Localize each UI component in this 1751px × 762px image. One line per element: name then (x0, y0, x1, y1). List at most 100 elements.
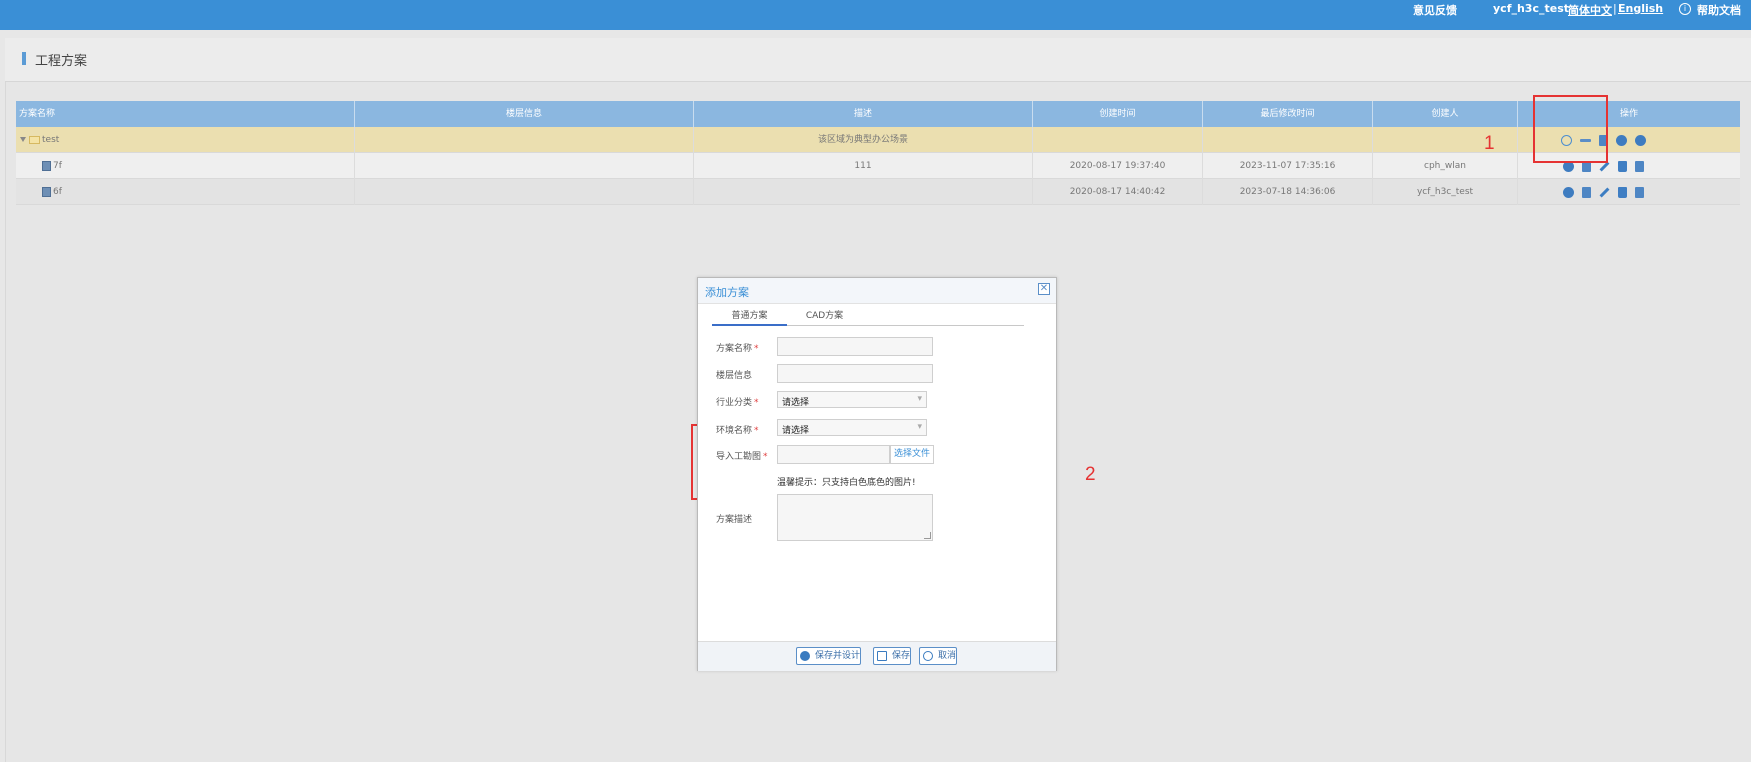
tab-normal-plan[interactable]: 普通方案 (712, 309, 787, 326)
settings-icon[interactable] (1562, 186, 1574, 198)
column-header-created-time[interactable]: 创建时间 (1033, 101, 1203, 127)
import-survey-row: 导入工勘图 * 选择文件 (698, 445, 1056, 465)
column-header-description[interactable]: 描述 (694, 101, 1033, 127)
plan-name-cell: 6f (16, 179, 355, 205)
upload-icon[interactable] (1634, 134, 1646, 146)
description-cell (694, 179, 1033, 205)
plan-type-tabs: 普通方案 CAD方案 (712, 309, 1024, 326)
top-navigation-bar: 意见反馈 ycf_h3c_test 简体中文 | English i 帮助文档 (0, 0, 1751, 30)
import-survey-label: 导入工勘图 * (716, 452, 768, 462)
environment-select[interactable]: 请选择 (777, 419, 927, 436)
language-chinese-link[interactable]: 简体中文 (1568, 2, 1612, 18)
environment-row: 环境名称 * 请选择 (698, 419, 1056, 439)
file-path-input[interactable] (777, 445, 890, 464)
move-icon[interactable] (1579, 138, 1591, 142)
industry-select[interactable]: 请选择 (777, 391, 927, 408)
description-textarea[interactable] (777, 494, 933, 541)
username: ycf_h3c_test (1493, 2, 1570, 15)
modified-cell (1203, 127, 1373, 153)
save-button[interactable]: 保存 (873, 647, 912, 665)
plan-name: 7f (53, 161, 62, 171)
dialog-footer: 保存并设计 保存 取消 (698, 641, 1056, 671)
required-mark: * (754, 426, 759, 436)
page-title-bar: 工程方案 (5, 38, 1751, 82)
actions-cell (1518, 179, 1740, 205)
column-header-name[interactable]: 方案名称 (16, 101, 355, 127)
language-separator: | (1613, 2, 1617, 15)
folder-name-cell: test (16, 127, 355, 153)
floor-info-input[interactable] (777, 364, 933, 383)
column-header-modified-time[interactable]: 最后修改时间 (1203, 101, 1373, 127)
floor-cell (355, 127, 694, 153)
choose-file-button[interactable]: 选择文件 (890, 445, 934, 464)
column-header-floor[interactable]: 楼层信息 (355, 101, 694, 127)
help-docs-link[interactable]: 帮助文档 (1697, 2, 1741, 18)
copy-icon[interactable] (1598, 134, 1608, 146)
settings-icon[interactable] (1562, 160, 1574, 172)
created-cell: 2020-08-17 19:37:40 (1033, 153, 1203, 179)
required-mark: * (754, 398, 759, 408)
created-cell (1033, 127, 1203, 153)
play-icon (800, 651, 810, 661)
table-header: 方案名称 楼层信息 描述 创建时间 最后修改时间 创建人 操作 (16, 101, 1740, 127)
title-accent-bar (22, 52, 26, 65)
floor-cell (355, 153, 694, 179)
description-label: 方案描述 (716, 515, 753, 525)
download-icon[interactable] (1615, 134, 1627, 146)
plan-name-input[interactable] (777, 337, 933, 356)
edit-icon[interactable] (1599, 161, 1609, 171)
save-and-design-button[interactable]: 保存并设计 (796, 647, 862, 665)
delete-icon[interactable] (1617, 186, 1627, 198)
page-title: 工程方案 (35, 54, 88, 69)
created-cell: 2020-08-17 14:40:42 (1033, 179, 1203, 205)
dialog-title: 添加方案 (705, 286, 749, 299)
add-plan-icon[interactable] (1560, 134, 1572, 146)
cancel-button[interactable]: 取消 (919, 647, 958, 665)
expand-triangle-icon[interactable] (20, 137, 26, 142)
annotation-label-2: 2 (1085, 464, 1096, 485)
feedback-link[interactable]: 意见反馈 (1413, 2, 1457, 18)
required-mark: * (763, 452, 768, 462)
table-row[interactable]: 6f 2020-08-17 14:40:42 2023-07-18 14:36:… (16, 179, 1740, 205)
close-icon[interactable]: ✕ (1038, 283, 1050, 295)
plan-name: 6f (53, 187, 62, 197)
table-row[interactable]: 7f 111 2020-08-17 19:37:40 2023-11-07 17… (16, 153, 1740, 179)
language-english-link[interactable]: English (1618, 2, 1663, 15)
design-icon[interactable] (1581, 186, 1591, 198)
info-icon: i (1679, 3, 1691, 15)
upload-hint: 温馨提示：只支持白色底色的图片! (777, 478, 916, 488)
edit-icon[interactable] (1599, 187, 1609, 197)
folder-icon (29, 135, 40, 144)
modified-cell: 2023-07-18 14:36:06 (1203, 179, 1373, 205)
description-row: 方案描述 (698, 494, 1056, 541)
plan-name-label: 方案名称 * (716, 344, 759, 354)
floor-cell (355, 179, 694, 205)
column-header-actions: 操作 (1619, 109, 1638, 119)
project-table: 方案名称 楼层信息 描述 创建时间 最后修改时间 创建人 操作 test 该区域… (16, 101, 1740, 205)
column-header-creator[interactable]: 创建人 (1373, 101, 1518, 127)
environment-label: 环境名称 * (716, 426, 759, 436)
modified-cell: 2023-11-07 17:35:16 (1203, 153, 1373, 179)
dialog-header: 添加方案 ✕ (698, 278, 1056, 304)
actions-cell (1518, 153, 1740, 179)
plan-name-cell: 7f (16, 153, 355, 179)
actions-cell (1518, 127, 1740, 153)
folder-name: test (42, 135, 60, 145)
annotation-label-1: 1 (1484, 133, 1495, 154)
tab-cad-plan[interactable]: CAD方案 (787, 309, 862, 326)
save-icon (877, 651, 887, 661)
design-icon[interactable] (1581, 160, 1591, 172)
cancel-icon (923, 651, 933, 661)
copy-icon[interactable] (1634, 160, 1644, 172)
plan-file-icon (42, 186, 51, 197)
delete-icon[interactable] (1617, 160, 1627, 172)
table-row-folder[interactable]: test 该区域为典型办公场景 (16, 127, 1740, 153)
add-plan-dialog: 添加方案 ✕ 普通方案 CAD方案 方案名称* 楼层信息 行业分类* 请选择 环… (697, 277, 1057, 671)
creator-cell (1373, 127, 1518, 153)
industry-label: 行业分类 * (716, 398, 759, 408)
creator-cell: cph_wlan (1373, 153, 1518, 179)
description-cell: 该区域为典型办公场景 (694, 127, 1033, 153)
copy-icon[interactable] (1634, 186, 1644, 198)
description-cell: 111 (694, 153, 1033, 179)
required-mark: * (754, 344, 759, 354)
